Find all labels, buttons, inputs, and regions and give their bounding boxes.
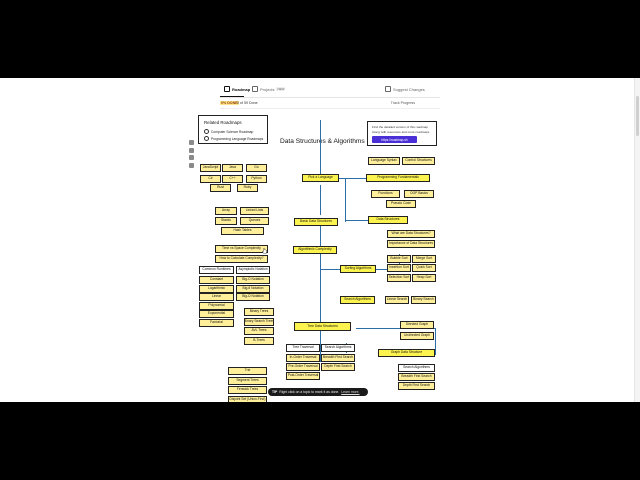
connector-line: [435, 328, 436, 355]
node-runtime[interactable]: Linear: [199, 293, 234, 301]
node-tree-type[interactable]: Binary Trees: [244, 308, 274, 316]
node-array[interactable]: Array: [215, 207, 237, 215]
connector-line: [319, 120, 321, 176]
connector-line: [319, 185, 321, 215]
node-notation[interactable]: Big-Ω Notation: [236, 293, 270, 301]
node-language[interactable]: Go: [246, 164, 267, 172]
node-functions[interactable]: Functions: [371, 190, 400, 198]
node-tree-search[interactable]: Depth First Search: [321, 363, 355, 371]
connector-line: [339, 178, 366, 179]
tip-label: TIP: [272, 390, 278, 394]
node-tree-traversal[interactable]: Tree Traversal: [286, 344, 320, 352]
node-language[interactable]: Ruby: [237, 184, 258, 192]
node-common-runtimes[interactable]: Common Runtimes: [199, 266, 234, 274]
node-traversal[interactable]: Post-Order Traversal: [286, 372, 320, 380]
tip-text: Right click on a topic to mark it as don…: [279, 390, 340, 394]
node-hash-tables[interactable]: Hash Tables: [221, 227, 264, 235]
node-basic-data-structures[interactable]: Basic Data Structures: [294, 218, 338, 226]
node-language[interactable]: C++: [222, 175, 243, 183]
node-tree-type[interactable]: B-Trees: [244, 336, 274, 345]
node-runtime[interactable]: Factorial: [199, 318, 234, 327]
page-viewport: Roadmap Projects NEW Suggest Changes 0% …: [0, 78, 640, 402]
node-oop-basics[interactable]: OOP Basics: [404, 190, 434, 198]
node-language[interactable]: JavaScript: [200, 164, 221, 172]
node-asymptotic-notation[interactable]: Asymptotic Notation: [236, 266, 270, 274]
node-tree-type[interactable]: AVL Trees: [244, 327, 274, 335]
node-notation[interactable]: Big-θ Notation: [236, 284, 270, 293]
node-binary-search[interactable]: Binary Search: [411, 296, 436, 304]
node-advanced-tree[interactable]: Trie: [228, 367, 267, 375]
connector-line: [345, 220, 368, 221]
node-graph-search[interactable]: Depth First Search: [398, 382, 435, 390]
node-importance-of-data-structures[interactable]: Importance of Data Structures: [387, 240, 435, 248]
node-pseudo-code[interactable]: Pseudo Code: [386, 200, 416, 208]
node-graph-search-algorithms[interactable]: Search Algorithms: [398, 364, 435, 372]
roadmap-diagram: Pick a Language JavaScript Java Go C# C++ Pyth…: [0, 78, 640, 402]
node-how-to-calculate-complexity[interactable]: How to Calculate Complexity?: [215, 255, 268, 263]
node-programming-fundamentals[interactable]: Programming Fundamentals: [366, 174, 430, 182]
connector-line: [345, 178, 346, 222]
node-language[interactable]: Rust: [210, 184, 231, 192]
node-graph-search[interactable]: Breadth First Search: [398, 373, 435, 381]
node-pick-a-language[interactable]: Pick a Language: [302, 174, 339, 182]
node-sort[interactable]: Merge Sort: [412, 255, 436, 263]
node-algorithmic-complexity[interactable]: Algorithmic Complexity: [293, 246, 337, 254]
node-tree-type[interactable]: Binary Search Trees: [244, 317, 274, 326]
node-stacks[interactable]: Stacks: [215, 217, 237, 225]
node-runtime[interactable]: Exponential: [199, 310, 234, 318]
node-notation[interactable]: Big-O Notation: [236, 276, 270, 284]
node-advanced-tree[interactable]: Segment Trees: [228, 376, 267, 385]
node-runtime[interactable]: Constant: [199, 276, 234, 284]
node-linked-lists[interactable]: Linked Lists: [240, 207, 269, 215]
node-linear-search[interactable]: Linear Search: [385, 296, 409, 304]
node-time-vs-space[interactable]: Time vs Space Complexity: [215, 245, 268, 253]
node-undirected-graph[interactable]: Undirected Graph: [400, 332, 434, 340]
node-graph-data-structure[interactable]: Graph Data Structure: [378, 349, 435, 357]
node-search-algorithms[interactable]: Search Algorithms: [340, 296, 375, 304]
node-language-syntax[interactable]: Language Syntax: [368, 157, 400, 165]
node-traversal[interactable]: Pre-Order Traversal: [286, 363, 320, 371]
node-sort[interactable]: Heap Sort: [412, 274, 436, 282]
node-sort[interactable]: Bubble Sort: [387, 255, 411, 263]
node-language[interactable]: Java: [222, 164, 243, 172]
node-language[interactable]: Python: [246, 175, 267, 183]
hand-cursor-icon: [262, 248, 267, 254]
node-language[interactable]: C#: [200, 175, 221, 183]
node-directed-graph[interactable]: Directed Graph: [400, 321, 434, 329]
node-tree-data-structures[interactable]: Tree Data Structures: [294, 322, 351, 331]
connector-line: [319, 269, 321, 299]
node-tree-search-algorithms[interactable]: Search Algorithms: [321, 344, 355, 352]
node-traversal[interactable]: In-Order Traversal: [286, 354, 320, 362]
node-sort[interactable]: Insertion Sort: [387, 264, 411, 272]
node-sorting-algorithms[interactable]: Sorting Algorithms: [340, 265, 376, 273]
learn-more-link[interactable]: Learn more.: [341, 390, 359, 394]
node-queues[interactable]: Queues: [240, 217, 269, 225]
node-advanced-tree[interactable]: Fenwick Trees: [228, 386, 267, 394]
node-tree-search[interactable]: Breadth First Search: [321, 354, 355, 362]
node-data-structures[interactable]: Data Structures: [368, 216, 408, 224]
node-what-are-data-structures[interactable]: What are Data Structures?: [387, 230, 435, 238]
node-sort[interactable]: Quick Sort: [412, 264, 436, 272]
node-advanced-tree[interactable]: Disjoint Set (Union-Find): [228, 395, 267, 402]
node-sort[interactable]: Selection Sort: [387, 274, 411, 282]
node-runtime[interactable]: Polynomial: [199, 301, 234, 310]
node-runtime[interactable]: Logarithmic: [199, 284, 234, 293]
node-control-structures[interactable]: Control Structures: [402, 157, 435, 165]
tip-banner: TIP Right click on a topic to mark it as…: [268, 388, 368, 396]
